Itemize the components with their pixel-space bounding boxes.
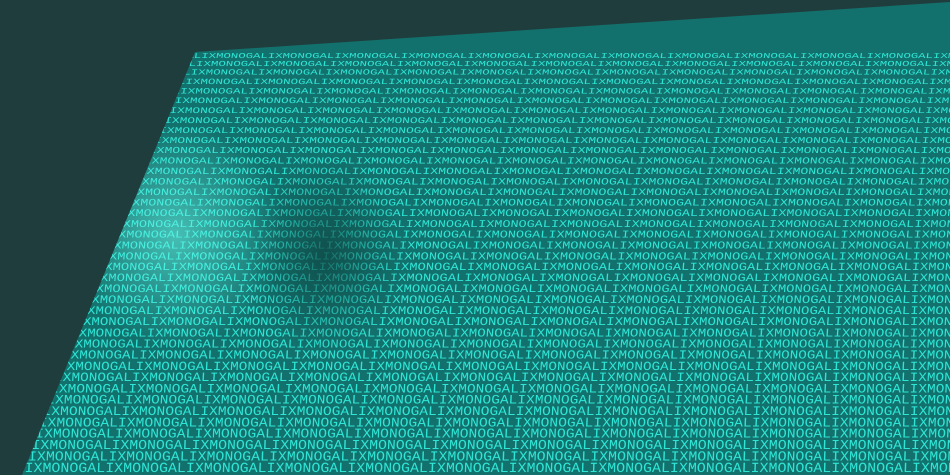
text-row: GALIXMONOGALIXMONOGALIXMONOGALIXMONOGALI… [178,53,950,61]
text-row: GALIXMONOGALIXMONOGALIXMONOGALIXMONOGALI… [168,69,950,78]
text-row: GALIXMONOGALIXMONOGALIXMONOGALIXMONOGALI… [151,96,950,106]
text-row: GALIXMONOGALIXMONOGALIXMONOGALIXMONOGALI… [0,461,950,475]
text-row: GALIXMONOGALIXMONOGALIXMONOGALIXMONOGALI… [141,116,950,126]
text-row: GALIXMONOGALIXMONOGALIXMONOGALIXMONOGALI… [146,106,950,116]
text-row: GALIXMONOGALIXMONOGALIXMONOGALIXMONOGALI… [162,78,950,87]
perspective-text-plane: GALIXMONOGALIXMONOGALIXMONOGALIXMONOGALI… [0,0,950,475]
dark-shadow-spot [245,155,405,355]
text-plane-svg: GALIXMONOGALIXMONOGALIXMONOGALIXMONOGALI… [0,2,950,475]
text-row: GALIXMONOGALIXMONOGALIXMONOGALIXMONOGALI… [173,61,950,69]
